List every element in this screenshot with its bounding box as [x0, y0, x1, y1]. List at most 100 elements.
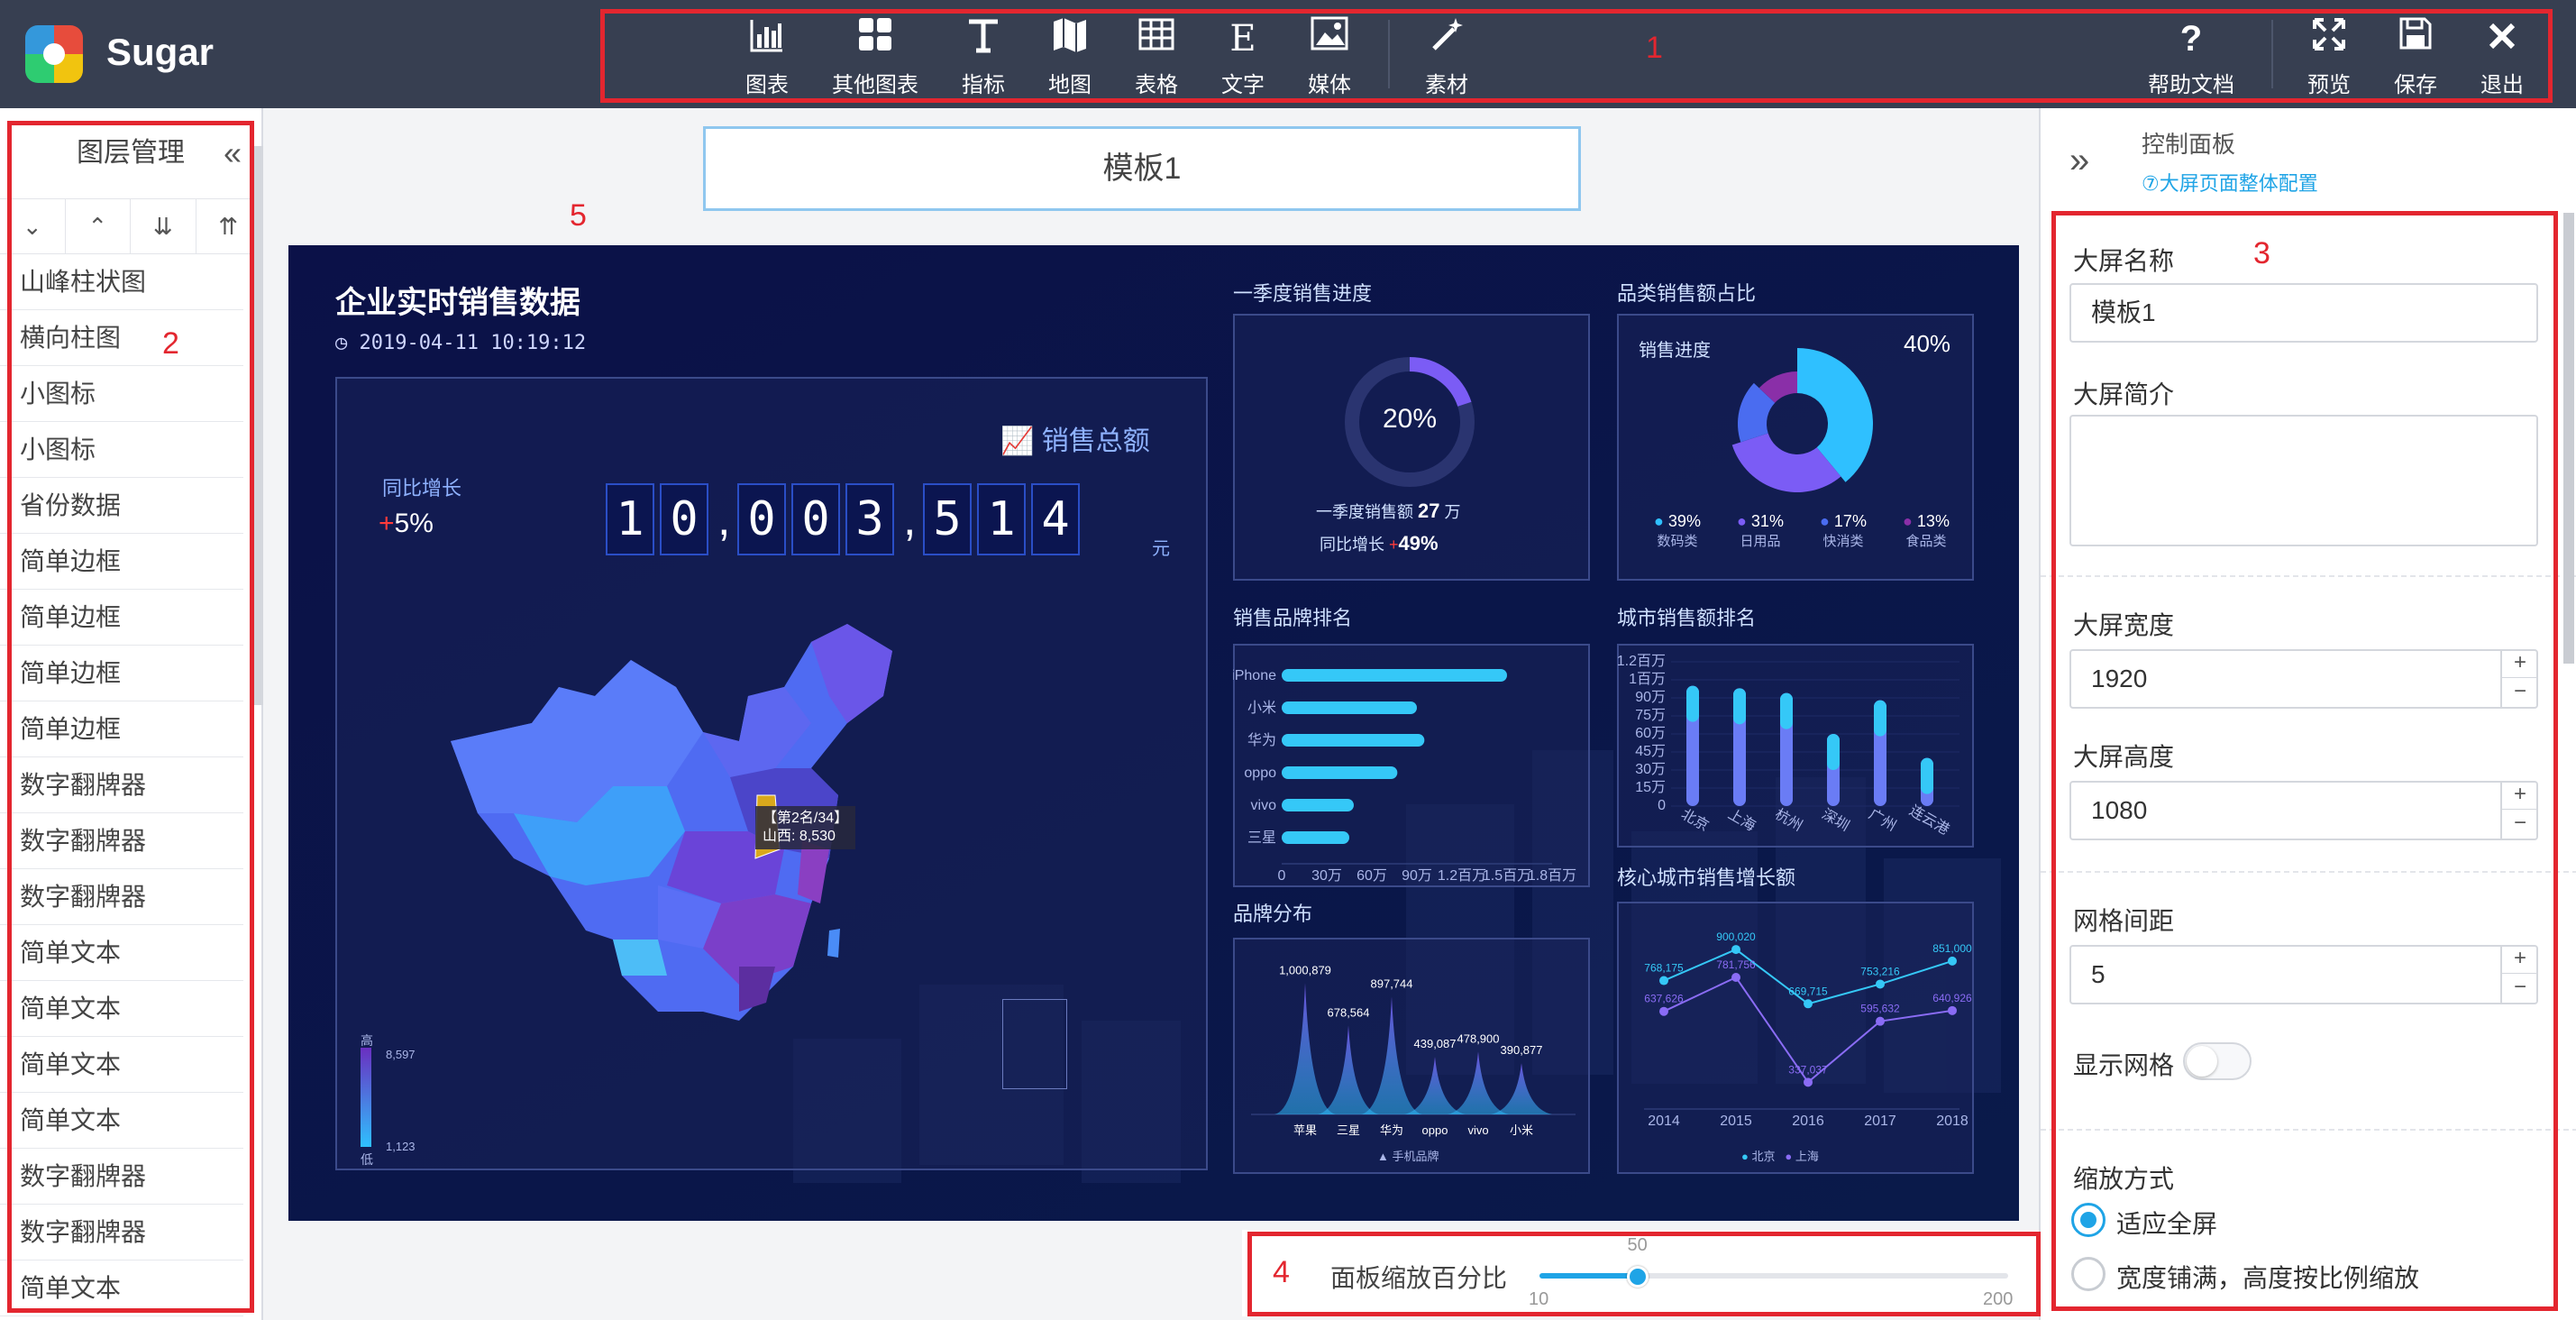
digit-card: ,: [903, 493, 917, 545]
category-title: 品类销售额占比: [1617, 282, 1757, 305]
brand-dist-peak: [1404, 1057, 1466, 1114]
brand-rank-tick: 三星: [1247, 830, 1276, 846]
legend-name: 数码类: [1657, 534, 1698, 549]
q1-amount: 27: [1418, 500, 1440, 522]
digit-card: 0: [791, 483, 840, 555]
core-city-xtick: 2017: [1864, 1114, 1896, 1129]
category-legend-item: ● 17% 快消类: [1803, 512, 1884, 550]
legend-pct: 31%: [1750, 512, 1784, 530]
map-legend-min: 1,123: [386, 1140, 416, 1153]
brand-dist-xtick: 小米: [1510, 1123, 1533, 1137]
brand-dist-peak: [1318, 1025, 1379, 1114]
city-rank-ytick: 30万: [1635, 762, 1666, 777]
brand-dist-value: 678,564: [1328, 1005, 1370, 1019]
q1-amount-label: 一季度销售额: [1316, 503, 1413, 521]
brand-dist-chart: 1,000,879 苹果 678,564 三星 897,744 华为 439,087 oppo…: [1251, 963, 1576, 1137]
city-rank-ytick: 90万: [1635, 690, 1666, 705]
q1-yoy-label: 同比增长: [1320, 536, 1384, 554]
digit-card: 0: [737, 483, 786, 555]
map-tooltip-value: 山西: 8,530: [763, 829, 836, 844]
q1-title: 一季度销售进度: [1233, 282, 1373, 305]
core-city-title: 核心城市销售增长额: [1617, 866, 1796, 889]
total-sales-label: 📈 销售总额: [1000, 426, 1150, 456]
brand-rank-xtick: 90万: [1402, 868, 1432, 884]
brand-rank-tick: vivo: [1251, 798, 1277, 813]
brand-dist-peak: [1491, 1063, 1552, 1114]
core-city-legend: ● 北京 ● 上海: [1741, 1150, 1819, 1163]
city-rank-chart: 0 15万 30万 45万 60万 75万 90万 1百万 1.2百万北京 上海 杭州 深圳 广州 连云港: [1617, 654, 1959, 838]
brand-dist-title: 品牌分布: [1233, 903, 1313, 925]
control-panel-title: 控制面板: [2142, 131, 2236, 158]
brand-rank-tick: 小米: [1247, 700, 1276, 716]
category-progress-label: 销售进度: [1639, 341, 1711, 361]
core-city-label: 781,756: [1716, 958, 1756, 971]
brand-rank-xtick: 60万: [1357, 868, 1387, 884]
digit-card: 1: [977, 483, 1026, 555]
q1-amount-row: 一季度销售额 27 万: [1316, 500, 1461, 523]
core-city-point: [1659, 1006, 1668, 1016]
template-name-box[interactable]: 模板1: [703, 126, 1581, 211]
q1-pct: 20%: [1382, 404, 1438, 434]
page-config-link[interactable]: ⑦大屏页面整体配置: [2142, 168, 2318, 197]
core-city-xtick: 2015: [1720, 1114, 1752, 1129]
expand-right-icon[interactable]: »: [2069, 141, 2089, 181]
dashboard-time: ◷ 2019-04-11 10:19:12: [335, 332, 587, 354]
core-city-point: [1804, 1077, 1813, 1087]
brand-dist-peak: [1361, 996, 1422, 1114]
china-map: [451, 624, 892, 1021]
map-legend-bar: [361, 1048, 371, 1147]
brand-dist-xtick: oppo: [1422, 1123, 1448, 1137]
annotation-box-2: [7, 121, 254, 1313]
brand-rank-tick: iPhone: [1233, 668, 1276, 683]
city-rank-xtick: 上海: [1725, 806, 1758, 835]
brand-dist-xtick: 三星: [1337, 1123, 1360, 1137]
core-city-label: 637,626: [1644, 993, 1684, 1005]
core-city-xtick: 2018: [1936, 1114, 1969, 1129]
brand-rank-xtick: 1.2百万: [1438, 868, 1486, 884]
legend-dot-icon: ●: [1903, 512, 1913, 530]
category-pie: [1731, 348, 1873, 492]
legend-pct: 39%: [1667, 512, 1701, 530]
map-legend-max: 8,597: [386, 1048, 416, 1061]
q1-yoy: 49%: [1398, 532, 1439, 555]
brand-rank-tick: 华为: [1247, 732, 1276, 748]
city-rank-ytick: 60万: [1635, 726, 1666, 741]
core-city-point: [1948, 956, 1957, 966]
city-rank-title: 城市销售额排名: [1617, 607, 1757, 629]
city-rank-xtick: 深圳: [1819, 806, 1852, 835]
core-city-label: 900,020: [1716, 930, 1756, 943]
dashboard-title: 企业实时销售数据: [335, 286, 580, 320]
city-rank-bar-cap: [1780, 692, 1793, 729]
dashboard-time-text: 2019-04-11 10:19:12: [359, 332, 587, 354]
annotation-number-4: 4: [1273, 1255, 1290, 1289]
city-rank-xtick: 杭州: [1772, 806, 1805, 835]
annotation-box-1: [600, 9, 2553, 103]
control-scrollbar[interactable]: [2563, 213, 2574, 664]
legend-name: 快消类: [1822, 534, 1864, 549]
legend-dot-icon: ●: [1737, 512, 1747, 530]
core-city-point: [1804, 999, 1813, 1009]
brand-rank-chart: iPhone 小米华为 oppo vivo 三星 0 30万 60万 90万 1.2百万1.5百万…: [1233, 668, 1576, 884]
city-rank-ytick: 1百万: [1629, 672, 1666, 687]
legend-name: 食品类: [1905, 534, 1947, 549]
annotation-number-5: 5: [570, 198, 587, 233]
dashboard-canvas[interactable]: 企业实时销售数据 ◷ 2019-04-11 10:19:12 📈 销售总额 同比…: [288, 245, 2019, 1221]
core-city-point: [1876, 1016, 1885, 1026]
core-city-xtick: 2016: [1792, 1114, 1824, 1129]
core-city-label: 640,926: [1932, 992, 1972, 1004]
total-unit: 元: [1152, 539, 1170, 559]
core-city-label: 851,000: [1932, 942, 1972, 955]
brand-dist-legend-text: 手机品牌: [1392, 1150, 1439, 1163]
city-rank-xtick: 广州: [1866, 806, 1899, 835]
digit-card: 0: [660, 483, 708, 555]
brand-dist-value: 478,900: [1457, 1031, 1500, 1045]
map-tooltip-rank: 【第2名/34】: [763, 811, 849, 826]
annotation-number-3: 3: [2253, 236, 2270, 270]
brand-dist-peak: [1274, 983, 1336, 1114]
brand-rank-bar: [1282, 766, 1398, 779]
layer-scrollbar[interactable]: [254, 146, 263, 705]
annotation-number-1: 1: [1646, 31, 1663, 65]
legend-pct: 17%: [1833, 512, 1867, 530]
core-city-point: [1731, 973, 1740, 983]
map-tooltip: 【第2名/34】 山西: 8,530: [755, 806, 856, 849]
